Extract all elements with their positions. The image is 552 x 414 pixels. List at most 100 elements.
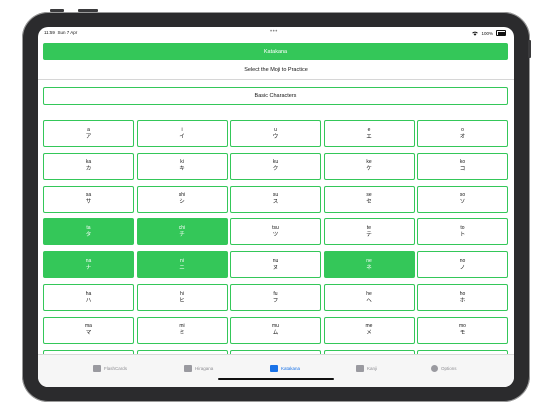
kana-cell[interactable]: mu ム <box>230 316 321 344</box>
kana-character: マ <box>85 330 92 337</box>
kana-character: イ <box>179 133 185 140</box>
kana-character: オ <box>459 133 466 140</box>
kana-character: ス <box>272 199 279 206</box>
kana-character: ノ <box>459 264 466 271</box>
kana-cell[interactable]: ka カ <box>43 152 134 180</box>
kana-cell[interactable]: ma マ <box>43 316 134 344</box>
basic-characters-button[interactable]: Basic Characters <box>43 87 508 105</box>
kana-cell[interactable]: na ナ <box>43 251 134 279</box>
kana-character: ヘ <box>366 297 372 304</box>
katakana-icon <box>270 364 278 372</box>
kana-cell[interactable]: mo モ <box>417 316 508 344</box>
kanji-icon <box>356 364 364 372</box>
tab-katakana[interactable]: Katakana <box>270 362 300 374</box>
kana-character: ミ <box>179 330 185 337</box>
wifi-icon <box>472 31 479 36</box>
kana-character: ヒ <box>179 297 185 304</box>
kana-cell[interactable]: tsu ツ <box>230 218 321 246</box>
kana-cell[interactable]: su ス <box>230 185 321 213</box>
kana-cell[interactable]: chi チ <box>136 218 228 246</box>
kana-romaji: ho <box>459 290 466 297</box>
kana-cell[interactable]: sa サ <box>43 185 134 213</box>
kana-cell[interactable]: ne ネ <box>323 251 415 279</box>
kana-cell[interactable]: nu ヌ <box>230 251 321 279</box>
kana-character: モ <box>459 330 466 337</box>
kana-romaji: nu <box>272 257 279 264</box>
multitask-dots[interactable]: ••• <box>270 29 278 35</box>
kana-romaji: no <box>459 257 466 264</box>
kana-romaji: shi <box>178 192 186 199</box>
kana-character: キ <box>179 166 185 173</box>
status-date: Sun 7 Apr <box>57 30 78 35</box>
kana-character: ハ <box>85 297 92 304</box>
kana-cell[interactable]: ha ハ <box>43 284 134 311</box>
kana-character: シ <box>179 199 185 206</box>
kana-character: カ <box>85 166 92 173</box>
kana-cell[interactable]: eエ <box>323 120 415 147</box>
kana-character: ツ <box>272 231 279 238</box>
kana-cell[interactable]: ta タ <box>43 218 134 246</box>
kana-character: ニ <box>179 264 185 271</box>
kana-cell[interactable]: uウ <box>230 120 321 147</box>
kana-character: サ <box>85 199 92 206</box>
kana-cell[interactable]: ni ニ <box>136 251 228 279</box>
kana-cell[interactable]: se セ <box>323 185 415 213</box>
kana-character: ソ <box>459 199 466 206</box>
kana-cell[interactable]: me メ <box>323 316 415 344</box>
kana-cell[interactable]: ho ホ <box>417 284 508 311</box>
top-button-right <box>78 9 98 12</box>
kana-romaji: chi <box>178 224 186 231</box>
kana-romaji: e <box>367 126 371 133</box>
kana-character: フ <box>272 297 279 304</box>
kana-romaji: tsu <box>272 224 279 231</box>
kana-character: ム <box>272 330 279 337</box>
kana-character: ク <box>272 166 279 173</box>
kana-character: ナ <box>85 264 92 271</box>
hiragana-icon <box>184 364 192 372</box>
kana-character: テ <box>366 231 372 238</box>
kana-romaji: a <box>87 126 90 133</box>
kana-cell[interactable]: ku ク <box>230 152 321 180</box>
kana-cell[interactable]: no ノ <box>417 251 508 279</box>
tab-kanji[interactable]: Kanji <box>356 362 377 374</box>
kana-cell[interactable]: iイ <box>136 120 228 147</box>
status-bar: 11:59 Sun 7 Apr ••• 100% <box>38 27 514 39</box>
kana-romaji: ha <box>85 290 92 297</box>
kana-romaji: fu <box>273 290 278 297</box>
kana-cell[interactable]: ko コ <box>417 152 508 180</box>
kana-cell[interactable]: mi ミ <box>136 316 228 344</box>
kana-romaji: hi <box>180 290 184 297</box>
kana-romaji: me <box>365 323 373 330</box>
kana-character: ホ <box>459 297 466 304</box>
kana-cell[interactable]: te テ <box>323 218 415 246</box>
kana-cell[interactable]: ke ケ <box>323 152 415 180</box>
divider <box>38 79 514 80</box>
kana-romaji: ki <box>180 159 184 166</box>
kana-romaji: he <box>366 290 372 297</box>
tab-flashcards[interactable]: FlashCards <box>93 362 127 374</box>
kana-character: メ <box>366 330 372 337</box>
kana-cell[interactable]: oオ <box>417 120 508 147</box>
kana-cell[interactable]: he ヘ <box>323 284 415 311</box>
kana-character: コ <box>459 166 466 173</box>
kana-romaji: u <box>274 126 277 133</box>
tab-options[interactable]: Options <box>431 362 457 374</box>
kana-cell[interactable]: shi シ <box>136 185 228 213</box>
kana-character: ト <box>459 231 466 238</box>
kana-cell[interactable]: hi ヒ <box>136 284 228 311</box>
tab-bar: FlashCards Hiragana Katakana Kanji Optio… <box>38 354 514 387</box>
kana-romaji: te <box>366 224 372 231</box>
cards-icon <box>93 364 101 372</box>
status-time: 11:59 <box>44 30 55 35</box>
battery-percent: 100% <box>481 30 493 36</box>
kana-cell[interactable]: fu フ <box>230 284 321 311</box>
home-indicator[interactable] <box>218 378 334 380</box>
kana-cell[interactable]: so ソ <box>417 185 508 213</box>
kana-romaji: na <box>85 257 92 264</box>
tab-hiragana[interactable]: Hiragana <box>184 362 213 374</box>
kana-cell[interactable]: to ト <box>417 218 508 246</box>
kana-character: ヌ <box>272 264 279 271</box>
kana-romaji: ni <box>180 257 184 264</box>
kana-cell[interactable]: ki キ <box>136 152 228 180</box>
kana-cell[interactable]: aア <box>43 120 134 147</box>
